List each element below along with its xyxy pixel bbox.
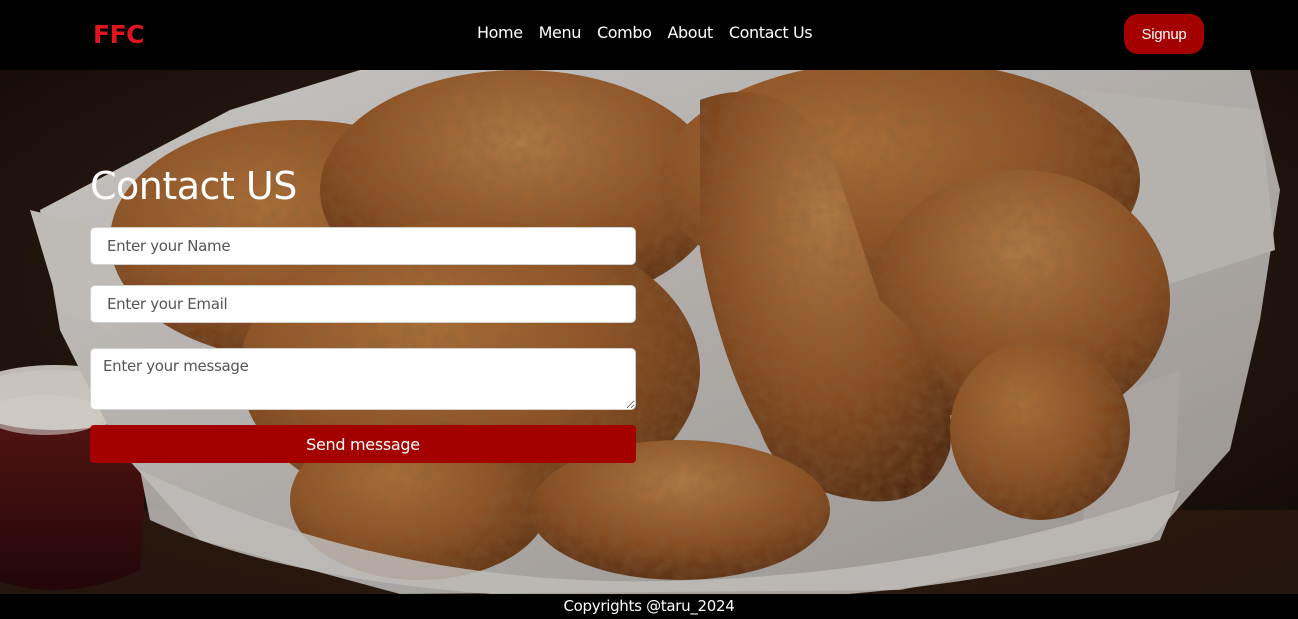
- nav-link-combo[interactable]: Combo: [597, 22, 652, 44]
- nav-link-home[interactable]: Home: [477, 22, 523, 44]
- navbar: FFC Home Menu Combo About Contact Us Sig…: [0, 0, 1298, 70]
- brand-logo[interactable]: FFC: [93, 20, 145, 50]
- send-message-button[interactable]: Send message: [90, 425, 636, 463]
- nav-link-menu[interactable]: Menu: [539, 22, 582, 44]
- fried-chicken-image: [0, 70, 1298, 594]
- nav-link-contact-us[interactable]: Contact Us: [729, 22, 813, 44]
- nav-link-about[interactable]: About: [668, 22, 714, 44]
- hero-image: [0, 70, 1298, 594]
- email-input[interactable]: [90, 285, 636, 323]
- signup-button[interactable]: Signup: [1124, 14, 1204, 54]
- nav-links: Home Menu Combo About Contact Us: [477, 22, 813, 44]
- footer: Copyrights @taru_2024: [0, 594, 1298, 619]
- message-textarea[interactable]: [90, 348, 636, 410]
- copyright-text: Copyrights @taru_2024: [563, 597, 735, 615]
- name-input[interactable]: [90, 227, 636, 265]
- contact-title: Contact US: [90, 164, 297, 208]
